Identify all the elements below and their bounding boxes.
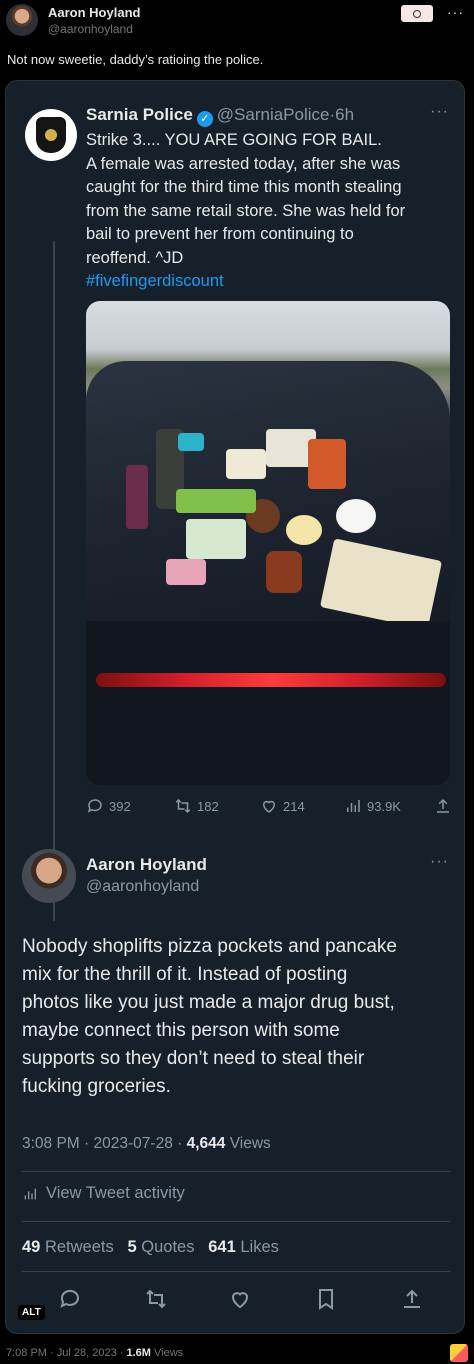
top-header: Aaron Hoyland @aaronhoyland ··· <box>0 0 474 44</box>
like-button[interactable]: 214 <box>260 797 305 815</box>
reply-icon[interactable] <box>58 1287 82 1311</box>
post-time: 7:08 PM <box>6 1347 47 1359</box>
tweet-actions <box>22 1287 452 1313</box>
reply-button[interactable]: 392 <box>86 797 131 815</box>
author-name[interactable]: Aaron Hoyland <box>48 5 140 20</box>
analytics-icon <box>24 1188 36 1199</box>
share-icon <box>437 798 449 813</box>
photo-trunk <box>86 621 450 785</box>
retweets-stat[interactable]: 49 Retweets <box>22 1238 114 1256</box>
aaron-avatar[interactable] <box>22 849 76 903</box>
hashtag-link[interactable]: #fivefingerdiscount <box>86 270 456 294</box>
main-line: photos like you just made a major drug b… <box>22 992 395 1013</box>
main-line: fucking groceries. <box>22 1076 171 1097</box>
views-count: 93.9K <box>367 798 401 814</box>
post-views-label: Views <box>154 1347 184 1359</box>
post-text: Not now sweetie, daddy’s ratioing the po… <box>7 52 264 67</box>
tweet-views-count: 4,644 <box>186 1135 226 1152</box>
view-activity-button[interactable]: View Tweet activity <box>22 1184 185 1203</box>
photo-taillight <box>96 673 446 687</box>
share-icon[interactable] <box>400 1287 424 1311</box>
separator: · <box>119 1347 124 1359</box>
tweet-date[interactable]: 2023-07-28 <box>94 1135 173 1152</box>
quoted-line: from the same retail store. She was held… <box>86 201 406 220</box>
quoted-tweet-body: Strike 3.... YOU ARE GOING FOR BAIL. A f… <box>86 129 456 294</box>
quoted-time[interactable]: 6h <box>335 105 354 124</box>
verified-icon: ✓ <box>196 111 213 127</box>
main-line: supports so they don’t need to steal the… <box>22 1048 365 1069</box>
quoted-tweet-header: Sarnia Police ✓ @SarniaPolice·6h <box>86 105 354 127</box>
quoted-line: bail to prevent her from continuing to <box>86 225 354 243</box>
divider <box>22 1171 450 1172</box>
tweet-stats: 49 Retweets 5 Quotes 641 Likes <box>22 1238 279 1257</box>
quoted-author-name[interactable]: Sarnia Police <box>86 105 193 124</box>
more-options-icon[interactable]: ··· <box>430 853 449 871</box>
alt-badge[interactable]: ALT <box>18 1305 45 1320</box>
analytics-icon <box>347 800 360 812</box>
divider <box>22 1271 450 1272</box>
quoted-line: A female was arrested today, after she w… <box>86 154 401 173</box>
quoted-line: caught for the third time this month ste… <box>86 178 402 196</box>
sarnia-police-avatar[interactable] <box>25 109 77 161</box>
avatar[interactable] <box>6 4 38 36</box>
separator: · <box>84 1135 90 1152</box>
police-badge-icon <box>36 117 66 153</box>
quotes-stat[interactable]: 5 Quotes <box>128 1238 195 1256</box>
post-views-count: 1.6M <box>126 1347 151 1359</box>
reply-count: 392 <box>109 798 131 814</box>
quoted-line: Strike 3.... YOU ARE GOING FOR BAIL. <box>86 131 382 149</box>
retweet-count: 182 <box>197 798 219 814</box>
main-tweet-body: Nobody shoplifts pizza pockets and panca… <box>22 933 452 1101</box>
divider <box>22 1221 450 1222</box>
heart-icon <box>262 800 276 813</box>
views-button[interactable]: 93.9K <box>344 797 401 815</box>
separator: · <box>50 1347 54 1359</box>
main-line: mix for the thrill of it. Instead of pos… <box>22 964 348 985</box>
share-button[interactable] <box>434 797 452 815</box>
tweet-views-label: Views <box>229 1135 271 1152</box>
badge-icon <box>401 5 433 22</box>
quoted-author-handle[interactable]: @SarniaPolice <box>217 105 330 124</box>
retweet-button[interactable]: 182 <box>174 797 219 815</box>
thread-line <box>53 241 55 921</box>
retweet-icon <box>175 798 191 814</box>
retweet-icon[interactable] <box>144 1287 168 1311</box>
view-activity-label: View Tweet activity <box>46 1184 185 1202</box>
tweet-card: Sarnia Police ✓ @SarniaPolice·6h ··· Strik… <box>5 80 465 1334</box>
reply-icon <box>87 799 102 813</box>
app-logo-icon <box>450 1344 468 1362</box>
author-handle[interactable]: @aaronhoyland <box>48 22 133 36</box>
likes-stat[interactable]: 641 Likes <box>208 1238 279 1256</box>
main-author-name[interactable]: Aaron Hoyland <box>86 855 207 875</box>
tweet-meta: 3:08 PM · 2023-07-28 · 4,644 Views <box>22 1135 271 1153</box>
more-options-icon[interactable]: ··· <box>430 103 449 121</box>
bookmark-icon[interactable] <box>314 1287 338 1311</box>
more-options-icon[interactable]: ··· <box>447 4 464 20</box>
like-count: 214 <box>283 798 305 814</box>
post-footer: 7:08 PM · Jul 28, 2023 · 1.6M Views <box>6 1347 183 1359</box>
tweet-time[interactable]: 3:08 PM <box>22 1135 80 1152</box>
quoted-actions: 392 182 214 93.9K <box>86 797 456 821</box>
post-date: Jul 28, 2023 <box>56 1347 117 1359</box>
main-line: Nobody shoplifts pizza pockets and panca… <box>22 936 397 957</box>
tweet-photo[interactable] <box>86 301 450 785</box>
quoted-line: reoffend. ^JD <box>86 248 184 267</box>
heart-icon[interactable] <box>228 1287 252 1311</box>
main-author-handle[interactable]: @aaronhoyland <box>86 878 199 896</box>
photo-groceries <box>126 429 443 630</box>
main-line: maybe connect this person with some <box>22 1020 340 1041</box>
separator: · <box>177 1135 183 1152</box>
